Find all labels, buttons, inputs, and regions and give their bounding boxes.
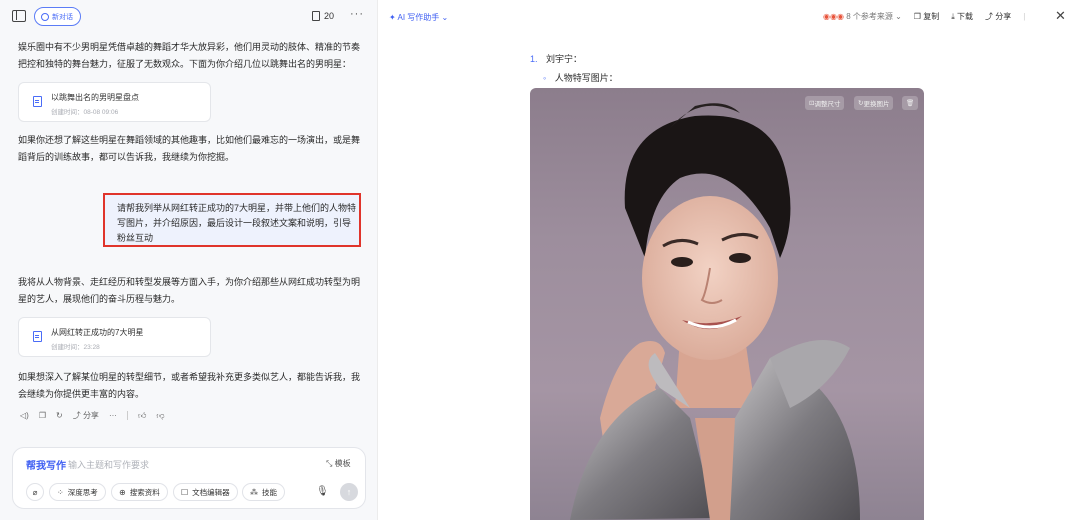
replace-label: 更换图片 [863,101,890,108]
template-label: 模板 [334,459,351,468]
user-message: 请帮我列举从网红转正成功的7大明星，并带上他们的人物特写图片，并介绍原因，最后设… [103,193,361,247]
globe-icon: ⊕ [119,487,126,497]
share-label: 分享 [82,411,99,420]
divider: | [1023,12,1026,21]
sparkle-icon: ✦ [389,13,396,22]
edit-icon [41,12,49,21]
document-toolbar: ◉◉◉ 8 个参考来源 ⌄ ❐ 复制 ⤓ 下载 ⤴ 分享 | [823,11,1025,22]
microphone-icon[interactable]: 🎙︎ [316,486,329,497]
document-icon [33,331,42,342]
card-title: 从网红转正成功的7大明星 [51,328,144,337]
document-icon [312,11,320,21]
download-label: 下载 [956,12,973,21]
skills-label: 技能 [262,487,277,497]
thumbs-up-icon[interactable]: 👍︎ [138,411,146,421]
speaker-icon[interactable]: ◁) [20,411,29,420]
message-actions: ◁) ❐ ↻ ⤴ 分享 ··· 👍︎ 👎︎ [20,410,164,421]
references-label: 8 个参考来源 [846,12,893,21]
copy-icon[interactable]: ❐ [39,411,46,420]
more-options-button[interactable]: ··· [350,8,364,20]
list-item-title: 刘宇宁： [546,54,583,64]
download-button[interactable]: ⤓ 下载 [951,11,973,22]
chat-panel: 新对话 20 ··· 娱乐圈中有不少男明星凭借卓越的舞蹈才华大放异彩，他们用灵动… [0,0,378,520]
prompt-input[interactable]: 输入主题和写作要求 [68,458,149,471]
deep-think-label: 深度思考 [67,487,98,497]
doc-editor-label: 文档编辑器 [192,487,230,497]
paperclip-icon: ⌀ [32,487,38,497]
bullet-icon: ◦ [543,73,547,83]
deep-think-button[interactable]: ⁘ 深度思考 [49,483,106,501]
assistant-followup-text: 如果你还想了解这些明星在舞蹈领域的其他趣事，比如他们最难忘的一场演出，或是舞蹈背… [18,135,361,162]
sub-list-item: ◦ 人物特写图片： [543,71,618,84]
resize-label: 调整尺寸 [814,101,841,108]
assistant-reply-text: 我将从人物背景、走红经历和转型发展等方面入手，为你介绍那些从网红成功转型为明星的… [18,277,361,304]
composer: 帮我写作 输入主题和写作要求 ⤡ 模板 ⌀ ⁘ 深度思考 ⊕ 搜索资料 ☐ 文档… [12,447,366,509]
more-icon[interactable]: ··· [109,411,117,420]
document-count[interactable]: 20 [312,11,334,21]
search-label: 搜索资料 [129,487,160,497]
replace-image-button[interactable]: ↻ 更换图片 [854,96,894,110]
regenerate-icon[interactable]: ↻ [56,411,63,420]
card-title: 以跳舞出名的男明星盘点 [51,93,139,102]
copy-label: 复制 [923,12,940,21]
list-number: 1. [530,54,538,64]
resize-image-button[interactable]: ⊡ 调整尺寸 [805,96,845,110]
sidebar-toggle-icon[interactable] [12,10,26,22]
new-chat-label: 新对话 [52,13,73,21]
ai-assistant-dropdown[interactable]: ✦ AI 写作助手 ⌄ [389,12,448,23]
share-label: 分享 [995,12,1012,21]
deep-think-icon: ⁘ [57,487,64,497]
attach-button[interactable]: ⌀ [26,483,44,501]
copy-button[interactable]: ❐ 复制 [914,11,939,22]
portrait-image[interactable]: ⊡ 调整尺寸 ↻ 更换图片 🗑︎ [530,88,924,520]
search-button[interactable]: ⊕ 搜索资料 [111,483,168,501]
delete-image-icon[interactable]: 🗑︎ [902,96,919,110]
document-panel: ✦ AI 写作助手 ⌄ ◉◉◉ 8 个参考来源 ⌄ ❐ 复制 ⤓ 下载 ⤴ 分享… [379,0,1080,520]
writing-mode-tag[interactable]: 帮我写作 [26,457,66,472]
skills-icon: ⁂ [250,487,258,497]
skills-button[interactable]: ⁂ 技能 [242,483,285,501]
assistant-intro-text: 娱乐圈中有不少男明星凭借卓越的舞蹈才华大放异彩，他们用灵动的肢体、精准的节奏把控… [18,42,361,69]
chat-header: 新对话 20 ··· [0,0,378,34]
document-card-2[interactable]: 从网红转正成功的7大明星 创建时间：23:28 [18,317,211,357]
references-button[interactable]: ◉◉◉ 8 个参考来源 ⌄ [823,11,902,22]
share-button[interactable]: ⤴ 分享 [985,11,1011,22]
doc-editor-button[interactable]: ☐ 文档编辑器 [173,483,238,501]
doc-editor-icon: ☐ [181,487,189,497]
new-chat-button[interactable]: 新对话 [34,7,81,26]
share-button[interactable]: ⤴ 分享 [73,410,99,421]
card-date: 创建时间：23:28 [51,344,100,351]
assistant-closing-text: 如果想深入了解某位明星的转型细节，或者希望我补充更多类似艺人，都能告诉我，我会继… [18,372,361,399]
ai-assistant-label: AI 写作助手 [397,13,440,22]
sub-list-label: 人物特写图片： [554,73,618,83]
divider [126,411,128,420]
chevron-down-icon: ⌄ [441,13,449,22]
close-icon[interactable]: ✕ [1055,8,1066,24]
document-card-1[interactable]: 以跳舞出名的男明星盘点 创建时间：08-08 09:06 [18,82,211,122]
send-button[interactable]: ↑ [340,483,358,501]
portrait-illustration [570,103,860,520]
thumbs-down-icon[interactable]: 👎︎ [156,411,164,421]
source-logos-icon: ◉◉◉ [823,12,844,21]
card-date: 创建时间：08-08 09:06 [51,109,119,116]
template-button[interactable]: ⤡ 模板 [326,458,351,469]
document-count-value: 20 [324,11,335,21]
list-item-1: 1. 刘宇宁： [530,52,582,65]
document-icon [33,96,42,107]
